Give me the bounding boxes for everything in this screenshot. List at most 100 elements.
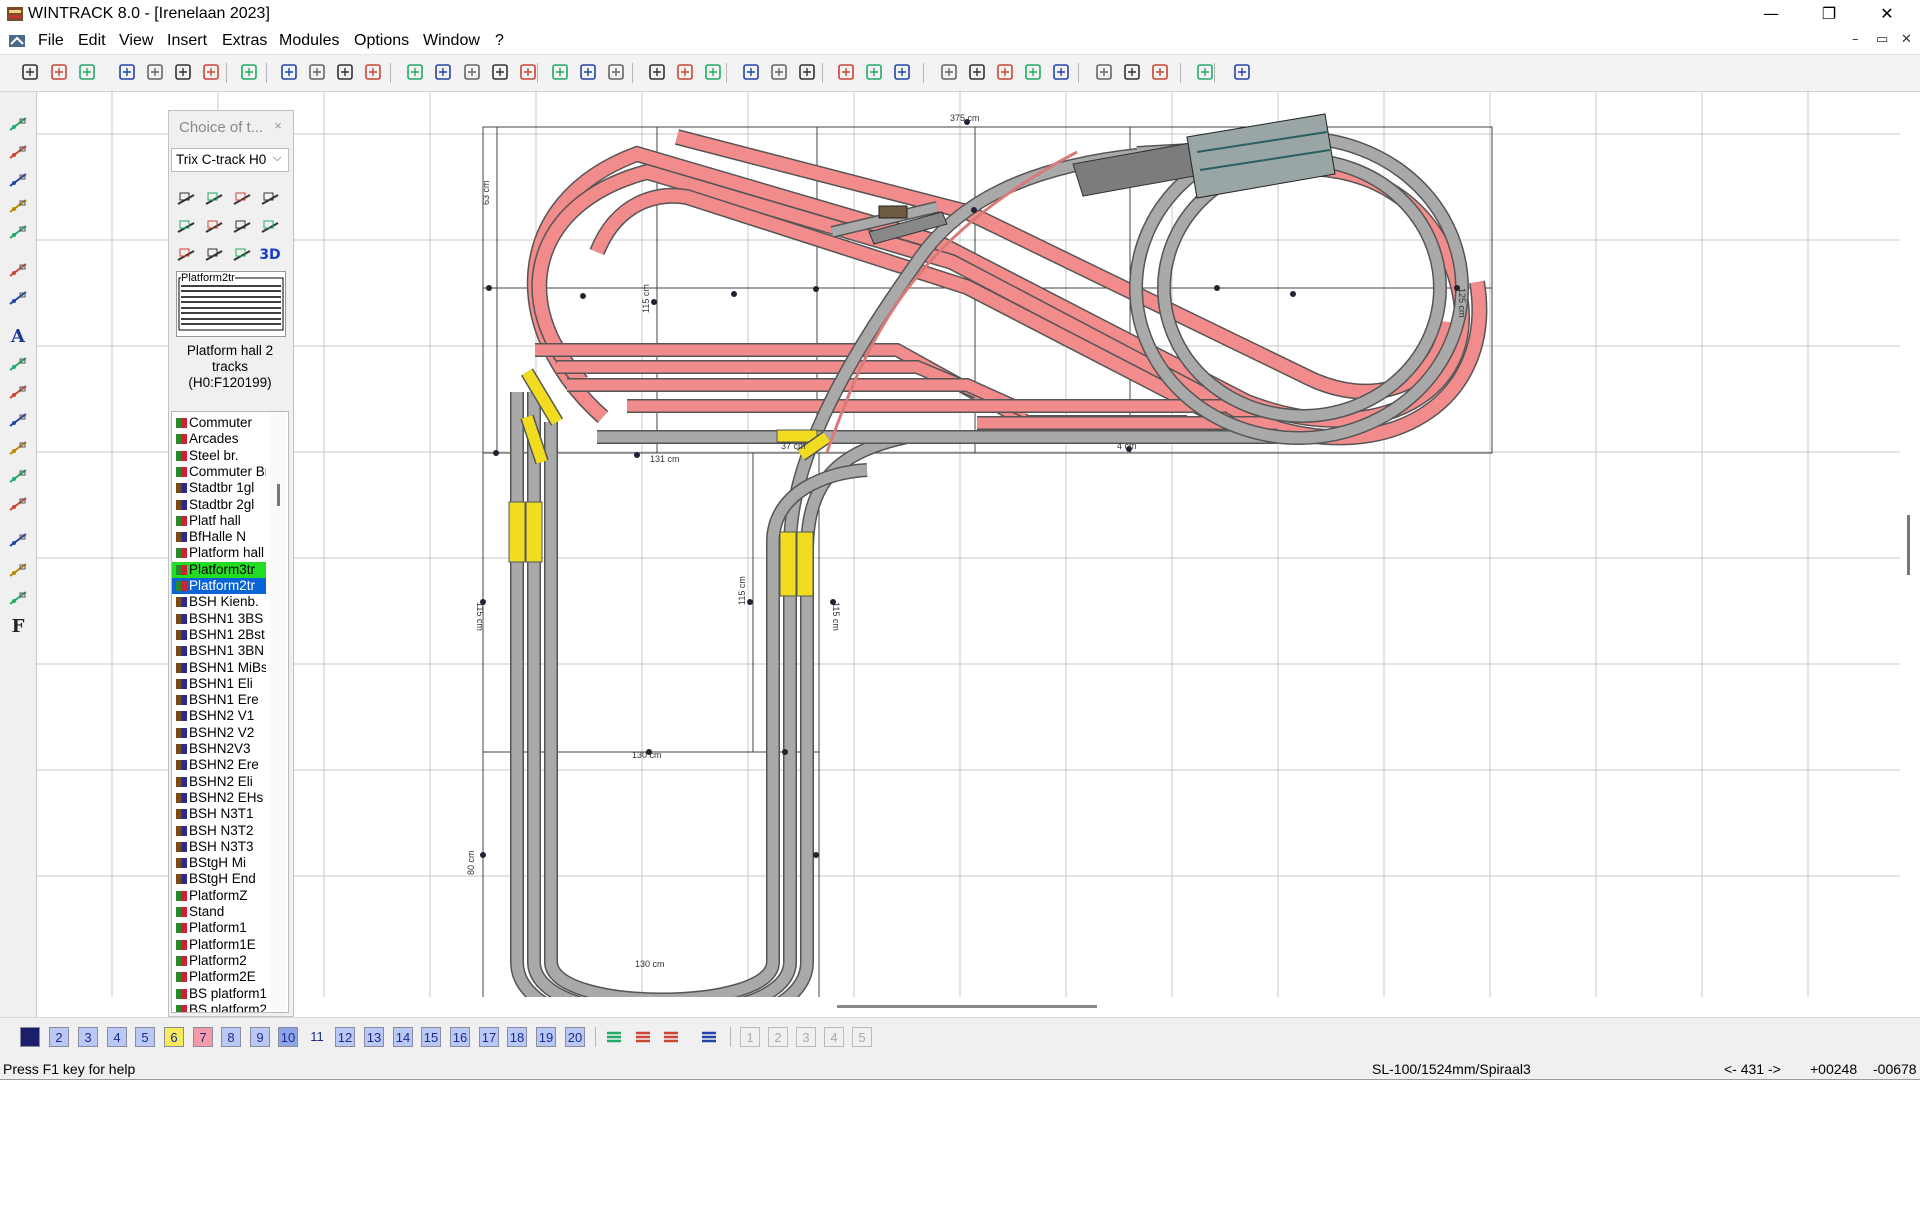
view-5-button[interactable]: 5 <box>852 1027 872 1047</box>
layer-14-button[interactable]: 14 <box>393 1027 413 1047</box>
ungroup-icon[interactable] <box>797 62 817 82</box>
mdi-restore-button[interactable]: ▭ <box>1876 32 1888 47</box>
station-icon[interactable] <box>175 216 197 238</box>
terrain-icon[interactable] <box>8 438 28 458</box>
zoom-in-icon[interactable] <box>307 62 327 82</box>
rotate-icon[interactable] <box>864 62 884 82</box>
curve-track-icon[interactable] <box>203 188 225 210</box>
layer-4-button[interactable]: 4 <box>107 1027 127 1047</box>
measure-icon[interactable] <box>8 260 28 280</box>
house-icon[interactable] <box>8 382 28 402</box>
document-icon[interactable] <box>8 32 26 50</box>
layer-17-button[interactable]: 17 <box>479 1027 499 1047</box>
print-icon[interactable] <box>145 62 165 82</box>
frame-icon[interactable] <box>741 62 761 82</box>
pen-icon[interactable] <box>8 588 28 608</box>
rotate-180-icon[interactable] <box>892 62 912 82</box>
list-item[interactable]: BfHalle N <box>172 529 266 545</box>
switch-track-icon[interactable] <box>231 188 253 210</box>
mdi-close-button[interactable]: ✕ <box>1901 32 1912 47</box>
layer-2-button[interactable]: 2 <box>49 1027 69 1047</box>
list-item[interactable]: BSHN2 V2 <box>172 725 266 741</box>
split-icon[interactable] <box>1023 62 1043 82</box>
layer-9-button[interactable]: 9 <box>250 1027 270 1047</box>
menu-edit[interactable]: Edit <box>78 32 106 50</box>
help-icon[interactable] <box>1232 62 1252 82</box>
minimize-button[interactable]: — <box>1742 0 1800 28</box>
list-item[interactable]: BSH Kienb. <box>172 594 266 610</box>
flip-icon[interactable] <box>939 62 959 82</box>
switch-icon[interactable] <box>8 222 28 242</box>
list-item[interactable]: Platform3tr <box>172 561 266 578</box>
vertical-scroll-thumb[interactable] <box>1907 515 1910 575</box>
ramp-up-icon[interactable] <box>203 244 225 266</box>
list-item[interactable]: BSHN2 Eli <box>172 774 266 790</box>
layer-3-button[interactable]: 3 <box>78 1027 98 1047</box>
zoom-area-icon[interactable] <box>335 62 355 82</box>
paste-icon[interactable] <box>606 62 626 82</box>
list-item[interactable]: BSHN2 V1 <box>172 708 266 724</box>
layer-20-button[interactable]: 20 <box>565 1027 585 1047</box>
layer-11-button[interactable]: 11 <box>307 1027 327 1047</box>
track-list[interactable]: Commuter Arcades Steel br. Commuter Br Stadt… <box>171 411 289 1013</box>
layer-8-button[interactable]: 8 <box>221 1027 241 1047</box>
page-icon[interactable] <box>201 62 221 82</box>
panel-close-button[interactable]: × <box>269 117 287 135</box>
copy-icon[interactable] <box>578 62 598 82</box>
view-3-button[interactable]: 3 <box>796 1027 816 1047</box>
line-tool-icon[interactable] <box>703 62 723 82</box>
align-right-icon[interactable] <box>1150 62 1170 82</box>
view-2-button[interactable]: 2 <box>768 1027 788 1047</box>
layer-7-button[interactable]: 7 <box>193 1027 213 1047</box>
ramp-down-icon[interactable] <box>231 244 253 266</box>
new-icon[interactable] <box>20 62 40 82</box>
track-plan[interactable]: 375 cm 63 cm 115 cm 125 cm 115 cm 115 cm… <box>37 92 1900 997</box>
list-item[interactable]: BSHN2V3 <box>172 741 266 757</box>
signal-mast-icon[interactable] <box>203 216 225 238</box>
list-item[interactable]: Steel br. <box>172 448 266 464</box>
list-item[interactable]: PlatformZ <box>172 888 266 904</box>
list-scroll-thumb[interactable] <box>277 484 280 506</box>
connect-icon[interactable] <box>995 62 1015 82</box>
view-1-button[interactable]: 1 <box>740 1027 760 1047</box>
layer-13-button[interactable]: 13 <box>364 1027 384 1047</box>
list-item[interactable]: BS platform2 <box>172 1002 266 1012</box>
font-icon[interactable]: F <box>8 616 28 637</box>
flex-track-alt-icon[interactable] <box>8 142 28 162</box>
list-item[interactable]: Stadtbr 1gl <box>172 480 266 496</box>
signal-icon[interactable] <box>8 354 28 374</box>
list-item[interactable]: Platform1E <box>172 937 266 953</box>
list-item[interactable]: Platform2 <box>172 953 266 969</box>
tree-icon[interactable] <box>8 410 28 430</box>
list-item[interactable]: BS platform1 <box>172 986 266 1002</box>
module-gray-icon[interactable] <box>518 62 538 82</box>
menu-options[interactable]: Options <box>354 32 409 50</box>
turntable-icon[interactable] <box>259 188 281 210</box>
menu-extras[interactable]: Extras <box>222 32 267 50</box>
layer-1-button[interactable]: 1 <box>20 1027 40 1047</box>
landscape-icon[interactable] <box>8 466 28 486</box>
list-item[interactable]: BSHN1 3BS <box>172 611 266 627</box>
layer-19-button[interactable]: 19 <box>536 1027 556 1047</box>
3d-view-icon[interactable]: 3D <box>259 244 281 266</box>
menu-file[interactable]: File <box>38 32 64 50</box>
view-4-button[interactable]: 4 <box>824 1027 844 1047</box>
list-item[interactable]: Arcades <box>172 431 266 447</box>
layer-15-button[interactable]: 15 <box>421 1027 441 1047</box>
list-item[interactable]: BSH N3T2 <box>172 823 266 839</box>
crane-icon[interactable] <box>175 244 197 266</box>
picture-icon[interactable] <box>239 62 259 82</box>
flex-track-icon[interactable] <box>647 62 667 82</box>
curve-track-icon[interactable] <box>675 62 695 82</box>
zoom-all-icon[interactable] <box>363 62 383 82</box>
dimension-icon[interactable] <box>8 530 28 550</box>
platform-icon[interactable] <box>231 216 253 238</box>
layout-canvas[interactable]: 375 cm 63 cm 115 cm 125 cm 115 cm 115 cm… <box>37 92 1900 997</box>
track-system-select[interactable]: Trix C-track H0 ⌵ <box>171 148 289 172</box>
list-item[interactable]: BSHN2 Ere <box>172 757 266 773</box>
layer-12-button[interactable]: 12 <box>335 1027 355 1047</box>
move-icon[interactable] <box>836 62 856 82</box>
layer-16-button[interactable]: 16 <box>450 1027 470 1047</box>
ramp-icon[interactable] <box>8 170 28 190</box>
list-item[interactable]: BSH N3T3 <box>172 839 266 855</box>
